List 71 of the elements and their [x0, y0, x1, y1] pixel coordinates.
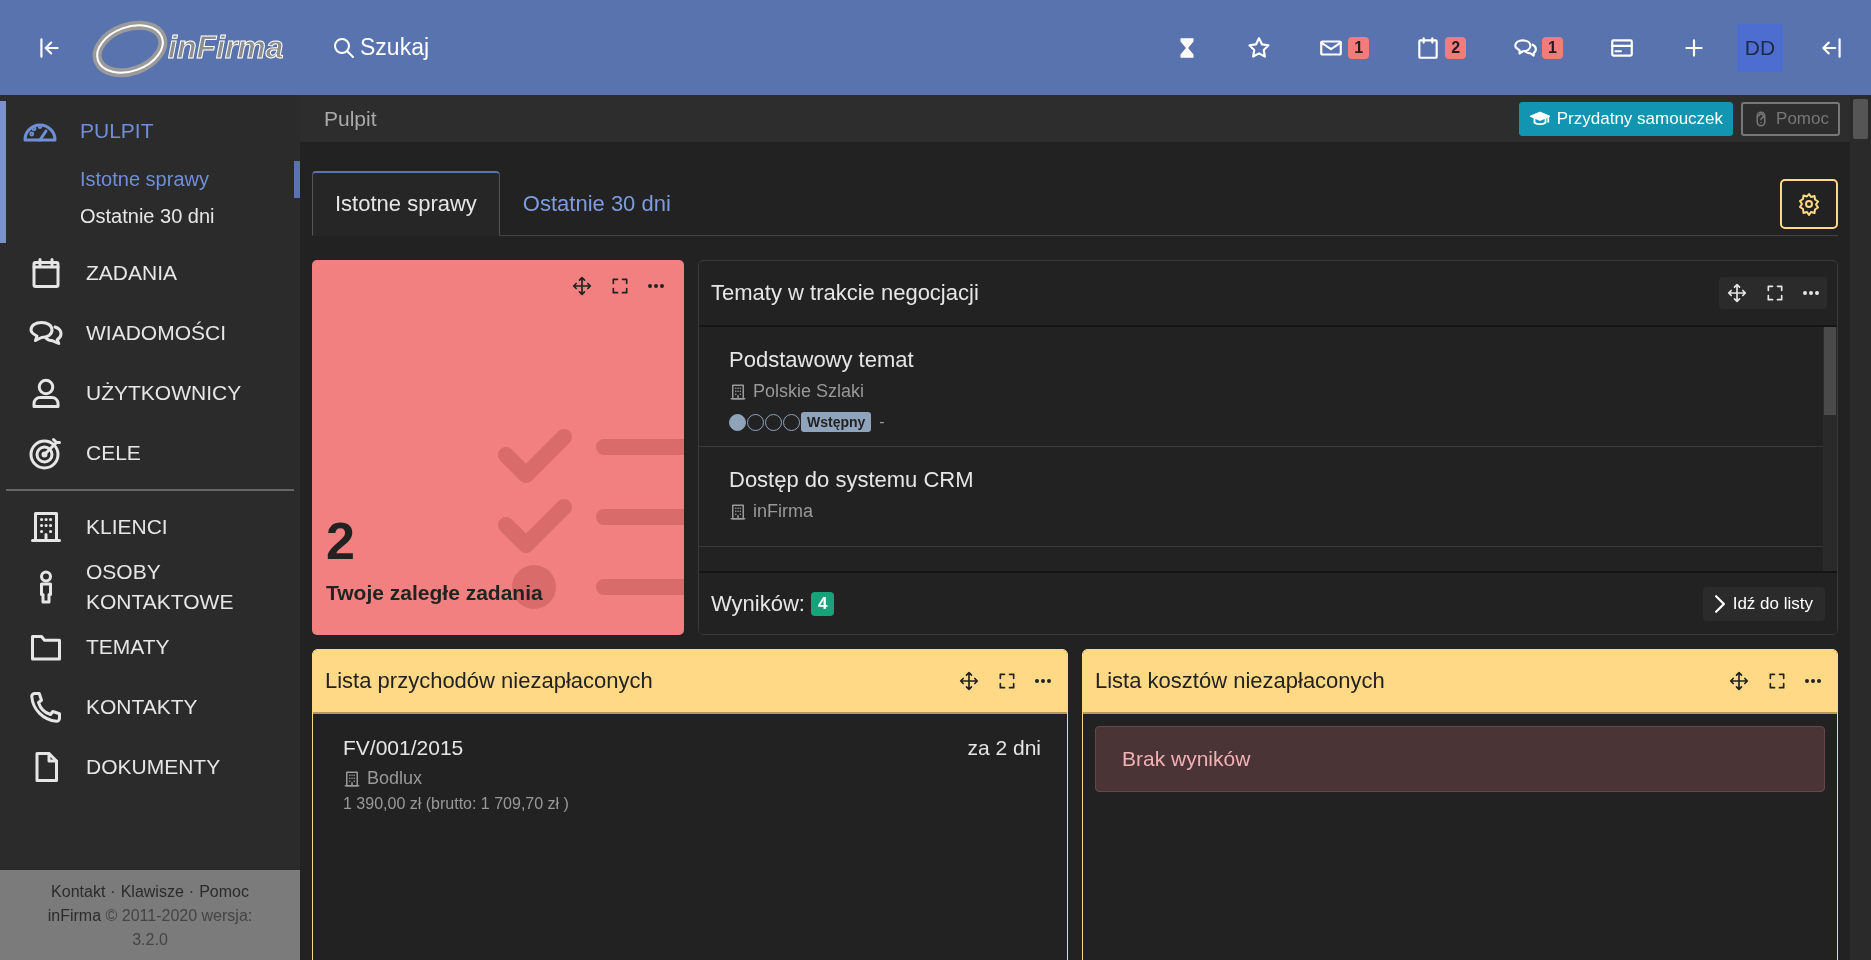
stage-badge: Wstępny [801, 412, 872, 432]
tab[interactable]: Ostatnie 30 dni [499, 172, 694, 236]
results-label: Wyników: [711, 590, 805, 617]
settings-button[interactable] [1780, 179, 1838, 229]
topic-item[interactable]: Dostęp do systemu CRM inFirma [699, 447, 1823, 547]
sidebar-item[interactable]: KONTAKTY [0, 677, 300, 737]
messages-button[interactable]: 1 [1312, 28, 1376, 67]
expand-icon [1767, 671, 1787, 691]
more-dots-icon [1803, 291, 1819, 295]
sidebar-item[interactable]: UŻYTKOWNICY [0, 363, 300, 423]
sidebar-item[interactable]: KLIENCI [0, 497, 300, 557]
sidebar-item[interactable]: PULPIT [6, 101, 300, 161]
go-to-list-button[interactable]: Idź do listy [1702, 586, 1825, 621]
search-icon [332, 35, 356, 60]
client-name: Bodlux [367, 768, 423, 789]
count-badge: 1 [1348, 36, 1370, 59]
empty-message: Brak wyników [1095, 726, 1825, 792]
tab[interactable]: Istotne sprawy [312, 171, 500, 236]
invoice-amount: 1 390,00 zł (brutto: 1 709,70 zł ) [342, 795, 570, 813]
move-icon [959, 671, 979, 691]
due-date: za 2 dni [967, 736, 1041, 761]
task-count: 2 [326, 511, 356, 571]
topic-item[interactable]: Podstawowy temat Polskie Szlaki Wstępny - [699, 327, 1823, 447]
phone-icon [28, 689, 64, 725]
chevron-right-icon [1714, 594, 1725, 613]
sidebar-item[interactable]: DOKUMENTY [0, 737, 300, 797]
counter-label: Twoje zaległe zadania [326, 581, 544, 605]
expand-icon [1765, 283, 1785, 303]
results-count: 4 [810, 591, 835, 616]
topic-title: Dostęp do systemu CRM [729, 467, 975, 493]
sidebar-subitem[interactable]: Ostatnie 30 dni [6, 198, 300, 235]
company-name: Polskie Szlaki [753, 381, 865, 402]
count-badge: 2 [1445, 36, 1467, 59]
widget-title: Lista kosztów niezapłaconych [1095, 668, 1385, 694]
star-icon [1246, 34, 1273, 61]
sidebar-item[interactable]: TEMATY [0, 617, 300, 677]
move-icon [1729, 671, 1749, 691]
move-icon [1727, 283, 1747, 303]
invoice-item[interactable]: FV/001/2015 Bodlux za 2 dni 1 390,00 zł (brutto: 1 709,70 zł ) [313, 714, 1067, 813]
logo-text: inFirma [168, 29, 284, 66]
copyright-text: © 2011-2020 wersja: 3.2.0 [105, 907, 253, 948]
more-dots-icon [1805, 679, 1821, 683]
separator-dot: · [110, 883, 116, 900]
move-icon [572, 276, 592, 296]
tutorial-button[interactable]: Przydatny samouczek [1518, 101, 1734, 136]
sidebar-item[interactable]: OSOBY KONTAKTOWE [0, 557, 300, 617]
sidebar-item[interactable]: WIADOMOŚCI [0, 303, 300, 363]
topic-title: Podstawowy temat [729, 347, 915, 373]
more-dots-icon [1035, 679, 1051, 683]
count-badge: 1 [1542, 36, 1563, 59]
sidebar-item[interactable]: ZADANIA [0, 243, 300, 303]
expand-icon [997, 671, 1017, 691]
more-dots-icon [648, 284, 664, 288]
search-button[interactable]: Szukaj [326, 28, 436, 67]
target-icon [28, 435, 64, 471]
widget-title: Tematy w trakcie negocjacji [711, 280, 979, 306]
expand-icon [610, 276, 630, 296]
company-name: inFirma [753, 501, 813, 522]
chat-button[interactable]: 1 [1506, 28, 1569, 67]
stage-note: - [879, 413, 885, 431]
separator-dot: · [188, 883, 195, 900]
invoice-number: FV/001/2015 [343, 736, 464, 760]
building-icon [729, 502, 747, 521]
calendar-button[interactable]: 2 [1409, 28, 1473, 67]
widget-title: Lista przychodów niezapłaconych [325, 668, 653, 694]
sidebar-item[interactable]: CELE [0, 423, 300, 483]
building-icon [729, 382, 747, 401]
building-icon [28, 509, 64, 545]
breadcrumb: Pulpit [324, 106, 377, 131]
building-icon [343, 769, 361, 788]
settings-icon [1797, 192, 1821, 216]
